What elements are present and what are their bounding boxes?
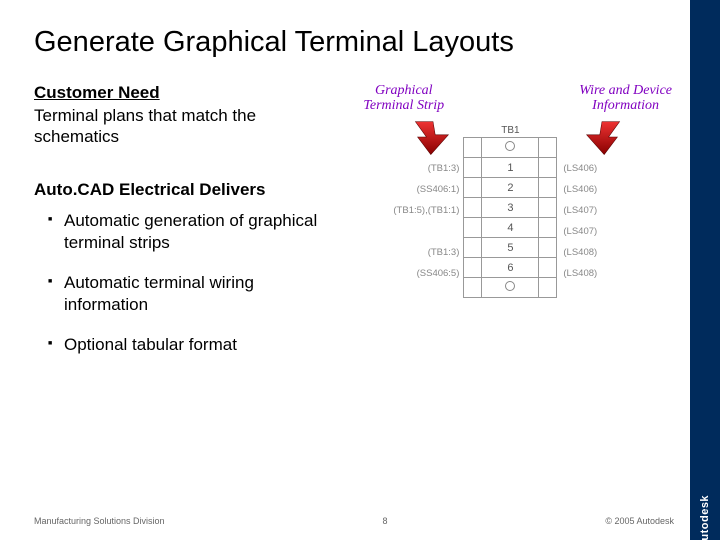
left-wire-label: (SS406:1): [383, 184, 459, 195]
content-row: Customer Need Terminal plans that match …: [34, 83, 680, 383]
strip-table: 1 2 3 4 5 6: [463, 137, 557, 298]
left-column: Customer Need Terminal plans that match …: [34, 83, 329, 383]
bullet-item: Automatic terminal wiring information: [48, 272, 329, 316]
callout-line: Graphical: [375, 83, 433, 98]
strip-cell: 3: [482, 198, 539, 218]
strip-cell: 5: [482, 238, 539, 258]
brand-logo: Autodesk: [699, 495, 711, 549]
terminal-strip: TB1 1 2 3 4 5 6: [463, 125, 557, 298]
delivers-heading: Auto.CAD Electrical Delivers: [34, 180, 329, 200]
brand-sidebar: Autodesk: [690, 0, 720, 540]
terminal-circle-icon: [505, 141, 515, 151]
right-wire-label: (LS406): [563, 163, 597, 174]
customer-need-body: Terminal plans that match the schematics: [34, 105, 329, 148]
right-wire-label: (LS406): [563, 184, 597, 195]
callout-wire-device: Wire and Device Information: [579, 83, 672, 114]
slide-title: Generate Graphical Terminal Layouts: [34, 26, 680, 59]
callout-graphical-strip: Graphical Terminal Strip: [363, 83, 444, 114]
footer: Manufacturing Solutions Division 8 © 200…: [34, 516, 674, 526]
strip-cell: 6: [482, 258, 539, 278]
callout-line: Wire and Device: [579, 83, 672, 98]
footer-left: Manufacturing Solutions Division: [34, 516, 165, 526]
strip-cell: 1: [482, 158, 539, 178]
left-wire-label: (SS406:5): [383, 268, 459, 279]
page-number: 8: [382, 516, 387, 526]
footer-copyright: © 2005 Autodesk: [605, 516, 674, 526]
bullet-item: Optional tabular format: [48, 334, 329, 356]
right-wire-label: (LS407): [563, 226, 597, 237]
delivers-list: Automatic generation of graphical termin…: [34, 210, 329, 356]
arrow-icon: [411, 115, 455, 159]
strip-cell: 4: [482, 218, 539, 238]
diagram: Graphical Terminal Strip Wire and Device…: [335, 83, 680, 383]
terminal-circle-icon: [505, 281, 515, 291]
left-wire-label: (TB1:3): [383, 247, 459, 258]
slide-body: Generate Graphical Terminal Layouts Cust…: [0, 0, 690, 540]
customer-need-heading: Customer Need: [34, 83, 329, 103]
right-wire-label: (LS408): [563, 268, 597, 279]
callout-line: Information: [592, 98, 659, 113]
bullet-item: Automatic generation of graphical termin…: [48, 210, 329, 254]
left-wire-label: (TB1:3): [383, 163, 459, 174]
strip-cell: 2: [482, 178, 539, 198]
strip-label: TB1: [463, 125, 557, 136]
arrow-icon: [580, 115, 624, 159]
callout-line: Terminal Strip: [363, 98, 444, 113]
left-wire-label: (TB1:5),(TB1:1): [355, 205, 459, 216]
right-wire-label: (LS408): [563, 247, 597, 258]
right-wire-label: (LS407): [563, 205, 597, 216]
